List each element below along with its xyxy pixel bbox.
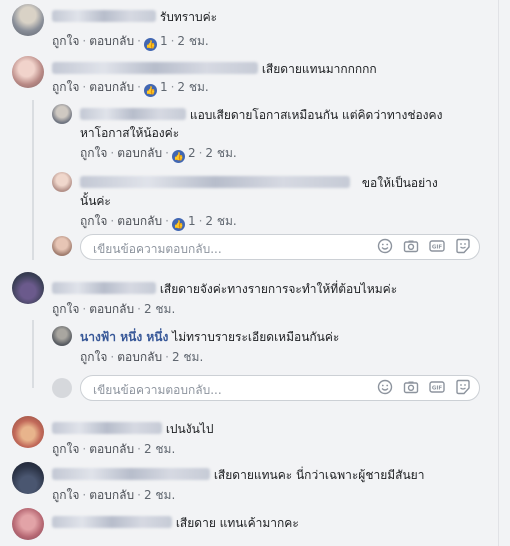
comment-text: เสียดายแทนคะ นี่กว่าเฉพาะผู้ชายมีสันยา: [213, 468, 425, 482]
comment-actions: ถูกใจ · ตอบกลับ · 2 ชม.: [52, 442, 176, 456]
reply-link[interactable]: ตอบกลับ: [89, 488, 134, 502]
reply-text-line2: นั้นค่ะ: [80, 194, 111, 208]
sticker-icon[interactable]: [455, 379, 471, 395]
svg-text:GIF: GIF: [432, 386, 443, 392]
like-link[interactable]: ถูกใจ: [80, 146, 107, 160]
reply-link[interactable]: ตอบกลับ: [89, 34, 134, 48]
comment-actions: ถูกใจ · ตอบกลับ · 2 ชม.: [52, 302, 176, 316]
gif-icon[interactable]: GIF: [429, 238, 445, 254]
reply-placeholder: เขียนข้อความตอบกลับ...: [93, 242, 222, 256]
comments-panel: รับทราบค่ะ ถูกใจ · ตอบกลับ · 👍 1 · 2 ชม. เสียดา…: [4, 0, 499, 546]
like-count[interactable]: 1: [160, 80, 168, 94]
like-link[interactable]: ถูกใจ: [52, 302, 79, 316]
timestamp[interactable]: 2 ชม.: [205, 146, 236, 160]
commenter-name[interactable]: [80, 108, 186, 120]
avatar[interactable]: [12, 272, 44, 304]
commenter-name[interactable]: [52, 282, 156, 294]
reply-input[interactable]: เขียนข้อความตอบกลับ... GIF: [80, 234, 480, 260]
like-link[interactable]: ถูกใจ: [52, 488, 79, 502]
like-count[interactable]: 2: [188, 146, 196, 160]
avatar[interactable]: [12, 56, 44, 88]
avatar[interactable]: [12, 508, 44, 540]
like-count[interactable]: 1: [188, 214, 196, 228]
like-link[interactable]: ถูกใจ: [52, 442, 79, 456]
reply-link[interactable]: ตอบกลับ: [89, 442, 134, 456]
comment-row: เปนงันไป: [52, 420, 213, 439]
avatar: [52, 378, 72, 398]
like-icon: 👍: [171, 150, 185, 163]
reply-text-line1: แอบเสียดายโอกาสเหมือนกัน แต่คิดว่าทางช่อ…: [189, 108, 443, 122]
avatar[interactable]: [12, 462, 44, 494]
reply-row: ขอให้เป็นอย่าง: [80, 174, 438, 193]
reply-text-line2: หาโอกาสให้น้องค่ะ: [80, 126, 180, 140]
reply-input[interactable]: เขียนข้อความตอบกลับ... GIF: [80, 375, 480, 401]
avatar[interactable]: [12, 416, 44, 448]
comment-text: เสียดาย แทนเค้ามากคะ: [175, 516, 299, 530]
reply-text: ไม่ทราบรายระเอียดเหมือนกันค่ะ: [172, 330, 340, 344]
gif-icon[interactable]: GIF: [429, 379, 445, 395]
emoji-icon[interactable]: [377, 379, 393, 395]
comment-actions: ถูกใจ · ตอบกลับ · 2 ชม.: [80, 350, 204, 364]
avatar[interactable]: [12, 4, 44, 36]
commenter-name[interactable]: นางฟ้า หนึ่ง หนึ่ง: [80, 330, 168, 344]
comment-actions: ถูกใจ · ตอบกลับ · 👍 1 · 2 ชม.: [80, 214, 237, 231]
timestamp[interactable]: 2 ชม.: [144, 302, 175, 316]
like-icon: 👍: [143, 38, 157, 51]
commenter-name[interactable]: [52, 10, 156, 22]
comment-row: เสียดายแทนคะ นี่กว่าเฉพาะผู้ชายมีสันยา: [52, 466, 424, 485]
thread-line: [32, 100, 34, 260]
comment-text: รับทราบค่ะ: [159, 10, 218, 24]
commenter-name[interactable]: [80, 176, 350, 188]
timestamp[interactable]: 2 ชม.: [172, 350, 203, 364]
like-icon: 👍: [171, 218, 185, 231]
reply-row: นางฟ้า หนึ่ง หนึ่ง ไม่ทราบรายระเอียดเหมื…: [80, 328, 339, 347]
like-link[interactable]: ถูกใจ: [80, 350, 107, 364]
like-count[interactable]: 1: [160, 34, 168, 48]
commenter-name[interactable]: [52, 468, 210, 480]
commenter-name[interactable]: [52, 62, 258, 74]
commenter-name[interactable]: [52, 516, 172, 528]
reply-link[interactable]: ตอบกลับ: [117, 146, 162, 160]
avatar[interactable]: [52, 172, 72, 192]
comment-row: เสียดาย แทนเค้ามากคะ: [52, 514, 299, 533]
camera-icon[interactable]: [403, 238, 419, 254]
comment-row: เสียดายแทนมากกกกก: [52, 60, 377, 79]
comment-text: เสียดายจังค่ะทางรายการจะทำให้ที่ต้อบไหมค…: [159, 282, 398, 296]
like-link[interactable]: ถูกใจ: [52, 80, 79, 94]
emoji-icon[interactable]: [377, 238, 393, 254]
reply-link[interactable]: ตอบกลับ: [117, 214, 162, 228]
commenter-name[interactable]: [52, 422, 162, 434]
reply-placeholder: เขียนข้อความตอบกลับ...: [93, 383, 222, 397]
comment-row: รับทราบค่ะ: [52, 8, 217, 27]
like-icon: 👍: [143, 84, 157, 97]
timestamp[interactable]: 2 ชม.: [177, 34, 208, 48]
avatar[interactable]: [52, 104, 72, 124]
reply-link[interactable]: ตอบกลับ: [89, 80, 134, 94]
comment-actions: ถูกใจ · ตอบกลับ · 2 ชม.: [52, 488, 176, 502]
reply-link[interactable]: ตอบกลับ: [89, 302, 134, 316]
comment-text: เปนงันไป: [165, 422, 214, 436]
avatar: [52, 236, 72, 256]
timestamp[interactable]: 2 ชม.: [177, 80, 208, 94]
comment-actions: ถูกใจ · ตอบกลับ · 👍 1 · 2 ชม.: [52, 34, 209, 51]
avatar[interactable]: [52, 326, 72, 346]
like-link[interactable]: ถูกใจ: [52, 34, 79, 48]
timestamp[interactable]: 2 ชม.: [205, 214, 236, 228]
timestamp[interactable]: 2 ชม.: [144, 488, 175, 502]
comment-actions: ถูกใจ · ตอบกลับ · 👍 1 · 2 ชม.: [52, 80, 209, 97]
reply-text-line1: ขอให้เป็นอย่าง: [361, 176, 438, 190]
comment-row: เสียดายจังค่ะทางรายการจะทำให้ที่ต้อบไหมค…: [52, 280, 397, 299]
thread-line: [32, 320, 34, 388]
timestamp[interactable]: 2 ชม.: [144, 442, 175, 456]
comment-text: เสียดายแทนมากกกกก: [261, 62, 377, 76]
sticker-icon[interactable]: [455, 238, 471, 254]
like-link[interactable]: ถูกใจ: [80, 214, 107, 228]
reply-row: แอบเสียดายโอกาสเหมือนกัน แต่คิดว่าทางช่อ…: [80, 106, 442, 125]
camera-icon[interactable]: [403, 379, 419, 395]
svg-text:GIF: GIF: [432, 245, 443, 251]
reply-link[interactable]: ตอบกลับ: [117, 350, 162, 364]
comment-actions: ถูกใจ · ตอบกลับ · 👍 2 · 2 ชม.: [80, 146, 237, 163]
